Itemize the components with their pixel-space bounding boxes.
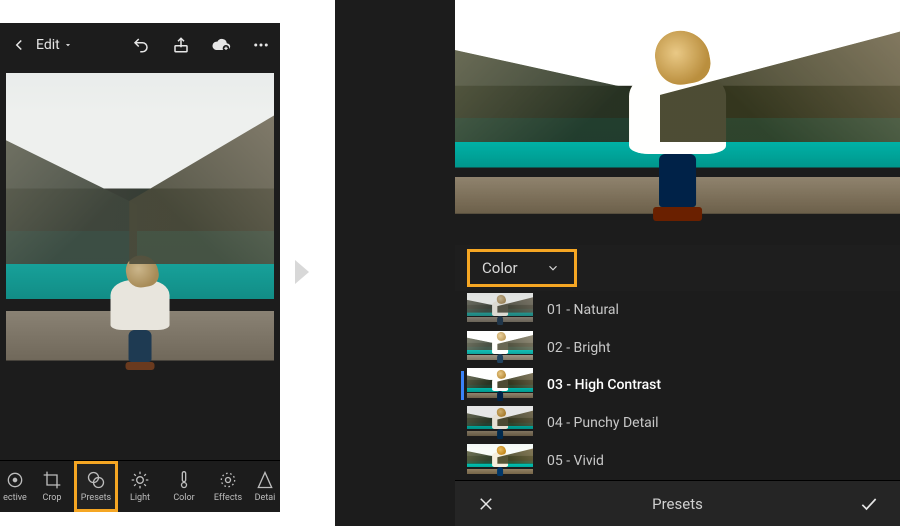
tool-presets[interactable]: Presets [74,461,118,512]
preset-list: 01 - Natural 02 - Bright 03 - High Contr… [455,291,900,480]
preset-item-high-contrast[interactable]: 03 - High Contrast [455,367,900,405]
tool-strip: ective Crop Presets Light Color Effects … [0,460,280,512]
preset-thumb [467,444,533,478]
preset-item-vivid[interactable]: 05 - Vivid [455,442,900,480]
undo-icon[interactable] [130,34,152,56]
preset-category-dropdown[interactable]: Color [467,249,577,287]
preset-item-natural[interactable]: 01 - Natural [455,291,900,329]
tool-detail[interactable]: Detai [250,461,280,512]
more-icon[interactable] [250,34,272,56]
preset-label: 03 - High Contrast [547,377,661,393]
preset-thumb [467,406,533,440]
tool-crop[interactable]: Crop [30,461,74,512]
cancel-button[interactable] [475,493,497,515]
preset-label: 05 - Vivid [547,453,604,469]
tool-light[interactable]: Light [118,461,162,512]
tool-label: Crop [42,493,61,503]
top-bar: Edit [0,23,280,67]
presets-screen: Color 01 - Natural 02 - Bright 03 - High… [335,0,900,526]
cloud-sync-icon[interactable] [210,34,232,56]
tool-color[interactable]: Color [162,461,206,512]
edit-menu[interactable]: Edit [36,37,73,53]
tool-label: ective [3,493,27,503]
preset-thumb [467,368,533,402]
preview-photo[interactable] [6,73,274,403]
tool-label: Effects [214,493,242,503]
flow-arrow-icon [295,260,309,284]
share-icon[interactable] [170,34,192,56]
preset-thumb [467,331,533,365]
empty-area [0,409,280,460]
preset-footer-title: Presets [497,495,858,513]
back-icon[interactable] [8,34,30,56]
tool-selective[interactable]: ective [0,461,30,512]
preset-item-bright[interactable]: 02 - Bright [455,329,900,367]
preview-photo-large[interactable] [455,0,900,245]
edit-label: Edit [36,37,60,53]
preset-label: 02 - Bright [547,340,611,356]
tool-label: Detai [255,493,276,503]
chevron-down-icon [546,261,560,275]
tool-label: Light [130,493,150,503]
tool-label: Color [173,493,194,503]
edit-screen: Edit ective [0,23,280,512]
tool-effects[interactable]: Effects [206,461,250,512]
confirm-button[interactable] [858,493,880,515]
preset-label: 01 - Natural [547,302,619,318]
preset-category-row: Color [455,245,900,291]
preset-item-punchy-detail[interactable]: 04 - Punchy Detail [455,404,900,442]
preset-category-label: Color [482,259,518,277]
tool-label: Presets [81,493,111,503]
preset-footer: Presets [455,480,900,526]
preset-thumb [467,293,533,327]
preset-label: 04 - Punchy Detail [547,415,659,431]
